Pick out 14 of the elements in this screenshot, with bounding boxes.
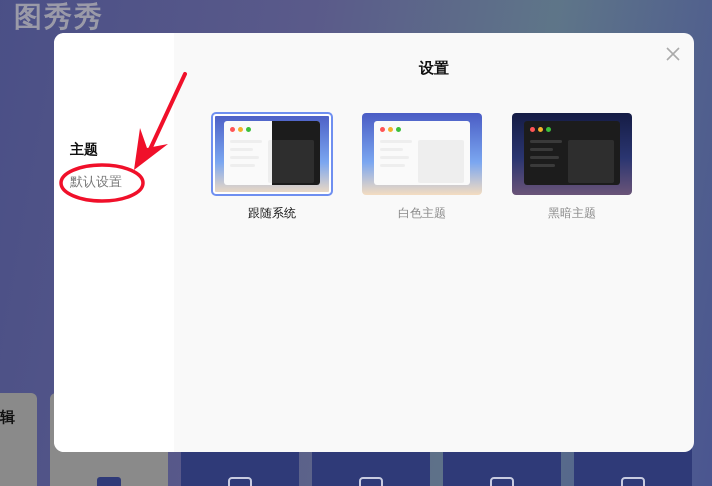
tool-label: 辑 [0, 408, 15, 427]
edit-icon [96, 476, 122, 486]
tool-icon [489, 476, 515, 486]
tool-icon [620, 476, 646, 486]
theme-option[interactable] [212, 113, 332, 195]
sidebar-heading: 主题 [70, 141, 99, 159]
theme-label: 白色主题 [398, 205, 446, 222]
sidebar-item[interactable]: 默认设置 [70, 173, 174, 191]
app-logo-text: 图秀秀 [14, 1, 104, 33]
tool-icon [227, 476, 253, 486]
theme-label: 跟随系统 [248, 205, 296, 222]
dialog-title: 设置 [419, 59, 449, 78]
tool-icon [358, 476, 384, 486]
theme-label: 黑暗主题 [548, 205, 596, 222]
